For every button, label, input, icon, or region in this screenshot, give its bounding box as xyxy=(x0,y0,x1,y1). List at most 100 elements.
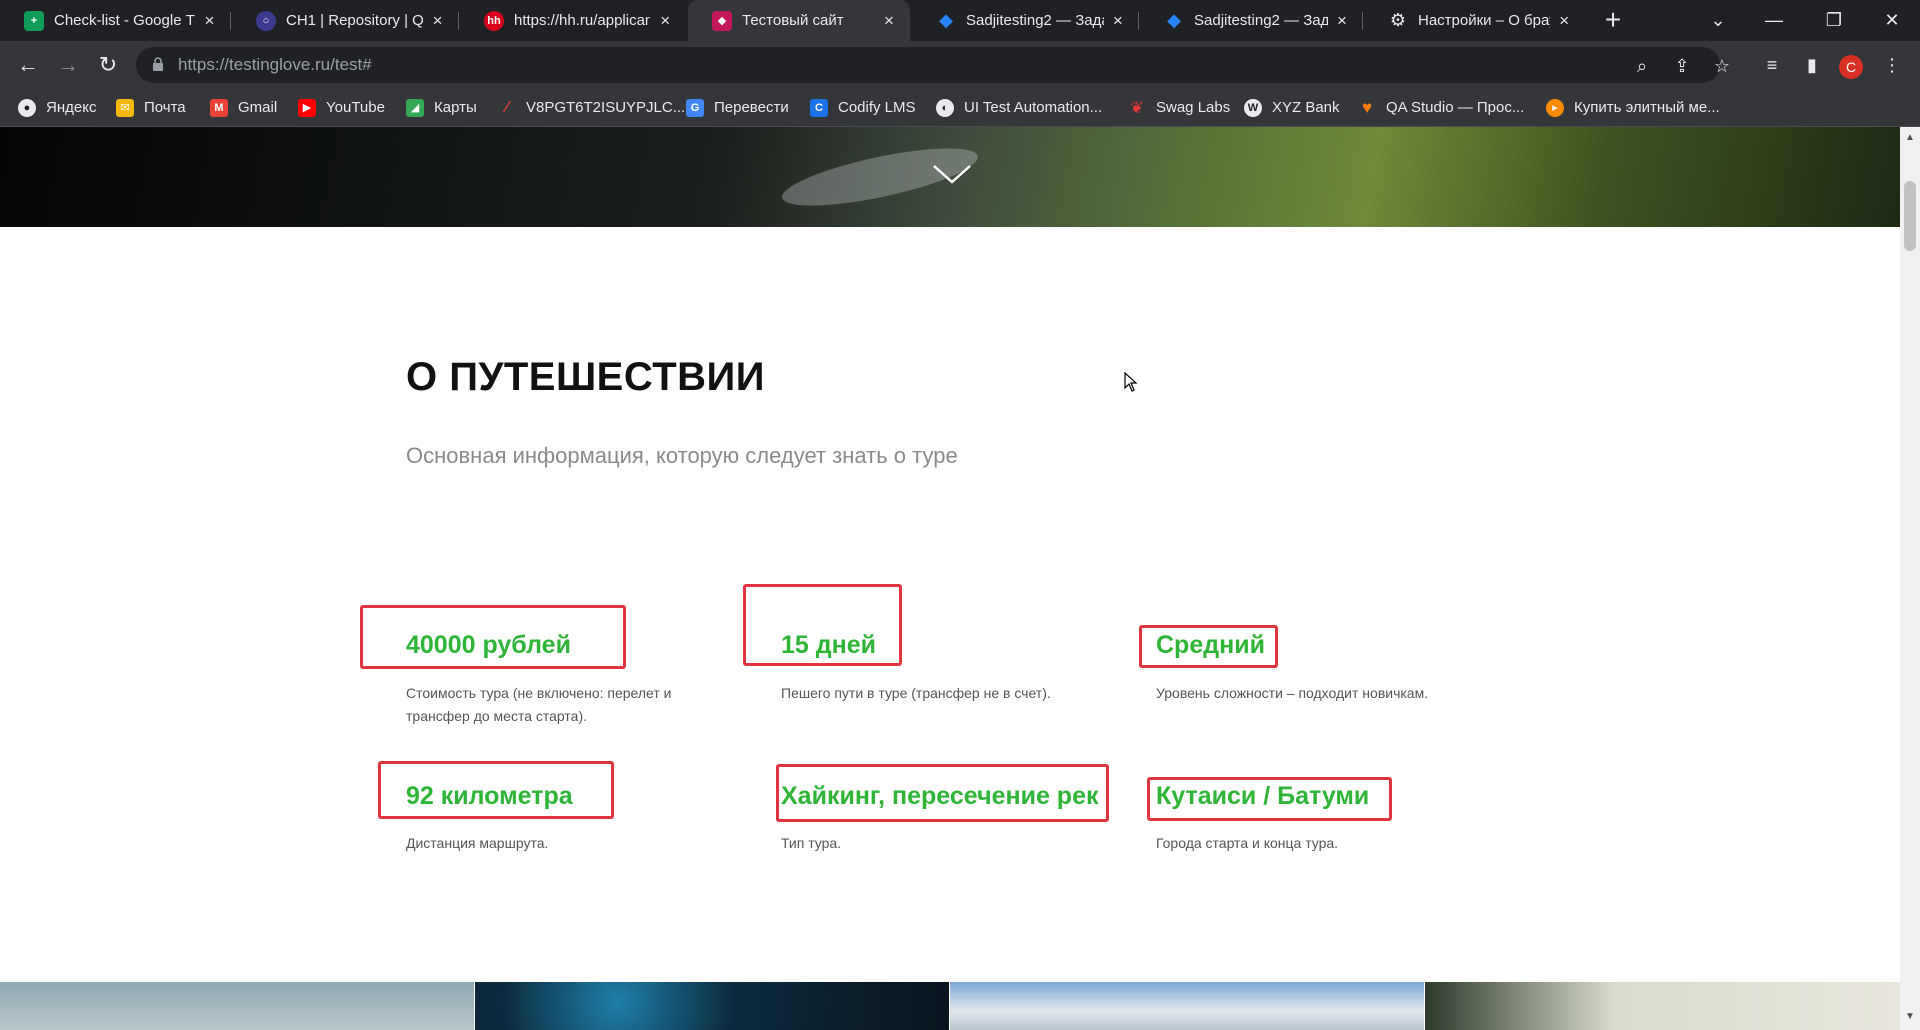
jira-icon: ◆ xyxy=(939,10,953,30)
tab-title: CH1 | Repository | Qa xyxy=(286,12,424,29)
profile-avatar[interactable]: C xyxy=(1839,55,1863,79)
lock-icon xyxy=(153,57,163,71)
bookmark-label: Swag Labs xyxy=(1156,99,1231,116)
section-subtitle: Основная информация, которую следует зна… xyxy=(406,443,958,468)
swag-icon: ❦ xyxy=(1130,99,1144,117)
address-bar[interactable]: https://testinglove.ru/test# ⌕ ⇪ ☆ xyxy=(136,47,1730,83)
zoom-icon[interactable]: ⌕ xyxy=(1631,55,1653,77)
tab-title: Sadjitesting2 — Задач xyxy=(1194,12,1329,29)
tab-settings[interactable]: ⚙ Настройки – О браузе × xyxy=(1364,0,1584,41)
fact-cities-value: Кутаиси / Батуми xyxy=(1156,782,1370,810)
qase-icon: ○ xyxy=(256,10,276,31)
url-text: https://testinglove.ru/test# xyxy=(178,55,372,74)
wand-icon: ⁄ xyxy=(505,98,509,116)
reload-button[interactable]: ↻ xyxy=(92,49,124,81)
bookmarks-bar: ● Яндекс ✉ Почта M Gmail ▶ YouTube ◢ Кар… xyxy=(0,89,1920,127)
tab-close-icon[interactable]: × xyxy=(1556,11,1572,31)
new-tab-button[interactable]: + xyxy=(1597,4,1629,36)
jira-icon: ◆ xyxy=(1167,10,1181,30)
tab-google-sheets[interactable]: + Check-list - Google Та × xyxy=(0,0,230,41)
tab-close-icon[interactable]: × xyxy=(656,11,674,31)
tab-jira-1[interactable]: ◆ Sadjitesting2 — Задач × xyxy=(912,0,1138,41)
bookmark-star-icon[interactable]: ☆ xyxy=(1711,55,1733,77)
back-button[interactable]: ← xyxy=(12,49,44,81)
section-title: О ПУТЕШЕСТВИИ xyxy=(406,355,766,399)
gallery-image-4[interactable] xyxy=(1425,982,1900,1030)
side-panel-icon[interactable]: ▮ xyxy=(1796,49,1828,81)
bookmark-swag-labs[interactable]: ❦ Swag Labs xyxy=(1128,89,1230,126)
tab-close-icon[interactable]: × xyxy=(201,11,218,31)
tab-qase-repository[interactable]: ○ CH1 | Repository | Qa × xyxy=(232,0,458,41)
tab-close-icon[interactable]: × xyxy=(1334,11,1350,31)
tab-title: Check-list - Google Та xyxy=(54,12,195,29)
bookmark-label: XYZ Bank xyxy=(1272,99,1340,116)
reading-list-icon[interactable]: ≡ xyxy=(1756,49,1788,81)
scrollbar-thumb[interactable] xyxy=(1904,181,1916,251)
tab-strip: + Check-list - Google Та × ○ CH1 | Repos… xyxy=(0,0,1920,41)
bookmark-gmail[interactable]: M Gmail xyxy=(210,89,277,126)
bookmark-label: Перевести xyxy=(714,99,789,116)
tab-title: Настройки – О браузе xyxy=(1418,12,1550,29)
tab-title: Sadjitesting2 — Задач xyxy=(966,12,1104,29)
tab-hh[interactable]: hh https://hh.ru/applican × xyxy=(460,0,686,41)
globe-icon: ◐ xyxy=(936,98,954,117)
fact-price-description: Стоимость тура (не включено: перелет и т… xyxy=(406,685,672,724)
bookmark-xyz-bank[interactable]: W XYZ Bank xyxy=(1244,89,1340,126)
bookmark-label: Карты xyxy=(434,99,477,116)
mail-icon: ✉ xyxy=(116,98,134,117)
page-scrollbar[interactable]: ▲ ▼ xyxy=(1900,127,1920,1030)
bookmark-yandex[interactable]: ● Яндекс xyxy=(18,89,96,126)
tab-test-site[interactable]: ◆ Тестовый сайт × xyxy=(688,0,910,41)
tab-close-icon[interactable]: × xyxy=(880,11,898,31)
bookmark-ui-test-automation[interactable]: ◐ UI Test Automation... xyxy=(936,89,1102,126)
tab-jira-2[interactable]: ◆ Sadjitesting2 — Задач × xyxy=(1140,0,1362,41)
tab-search-chevron-icon[interactable]: ⌄ xyxy=(1690,0,1746,41)
site-icon: ◆ xyxy=(712,10,732,31)
gallery-image-2[interactable] xyxy=(475,982,949,1030)
bookmark-label: UI Test Automation... xyxy=(964,99,1103,116)
share-icon[interactable]: ⇪ xyxy=(1671,55,1693,77)
bookmark-qa-studio[interactable]: ♥ QA Studio — Прос... xyxy=(1358,89,1524,126)
bookmark-label: Почта xyxy=(144,99,186,116)
bookmark-label: Codify LMS xyxy=(838,99,916,116)
youtube-icon: ▶ xyxy=(298,98,316,117)
gallery-image-1[interactable] xyxy=(0,982,474,1030)
forward-button[interactable]: → xyxy=(52,49,84,81)
menu-kebab-icon[interactable]: ⋮ xyxy=(1876,49,1908,81)
bookmark-codify[interactable]: C Codify LMS xyxy=(810,89,916,126)
tab-title: Тестовый сайт xyxy=(742,12,844,29)
fact-tour-type-description: Тип тура. xyxy=(781,835,842,851)
gallery-image-3[interactable] xyxy=(950,982,1424,1030)
scroll-down-chevron-icon[interactable] xyxy=(932,162,972,186)
minimize-button[interactable]: — xyxy=(1746,0,1802,41)
bookmark-label: Gmail xyxy=(238,99,278,116)
sheets-icon: + xyxy=(24,10,44,31)
bookmark-pochta[interactable]: ✉ Почта xyxy=(116,89,186,126)
bookmark-elite[interactable]: ▸ Купить элитный ме... xyxy=(1546,89,1720,126)
bookmark-v8pg[interactable]: ⁄ V8PGT6T2ISUYPJLC... xyxy=(498,89,686,126)
gear-icon: ⚙ xyxy=(1389,10,1407,30)
restore-button[interactable]: ❐ xyxy=(1806,0,1862,41)
scroll-down-arrow-icon[interactable]: ▼ xyxy=(1905,1012,1915,1022)
close-window-button[interactable]: ✕ xyxy=(1864,0,1920,41)
fact-distance-value: 92 километра xyxy=(406,782,573,810)
bookmark-label: QA Studio — Прос... xyxy=(1386,99,1525,116)
mouse-cursor-icon xyxy=(1124,372,1138,392)
fact-difficulty-description: Уровень сложности – подходит новичкам. xyxy=(1156,685,1429,701)
fact-difficulty-value: Средний xyxy=(1156,631,1265,659)
hh-icon: hh xyxy=(484,10,504,31)
yandex-icon: ● xyxy=(18,98,36,117)
hero-image xyxy=(0,127,1900,227)
bookmark-maps[interactable]: ◢ Карты xyxy=(406,89,477,126)
tab-close-icon[interactable]: × xyxy=(429,11,446,31)
bookmark-label: V8PGT6T2ISUYPJLC... xyxy=(526,99,686,116)
browser-toolbar: ← → ↻ https://testinglove.ru/test# ⌕ ⇪ ☆… xyxy=(0,41,1920,89)
bookmark-translate[interactable]: G Перевести xyxy=(686,89,789,126)
bookmark-youtube[interactable]: ▶ YouTube xyxy=(298,89,385,126)
tab-close-icon[interactable]: × xyxy=(1110,11,1126,31)
page-viewport: О ПУТЕШЕСТВИИ Основная информация, котор… xyxy=(0,127,1900,1030)
maps-icon: ◢ xyxy=(406,98,424,117)
fact-duration-value: 15 дней xyxy=(781,631,876,659)
scroll-up-arrow-icon[interactable]: ▲ xyxy=(1905,133,1915,143)
translate-icon: G xyxy=(686,98,704,117)
